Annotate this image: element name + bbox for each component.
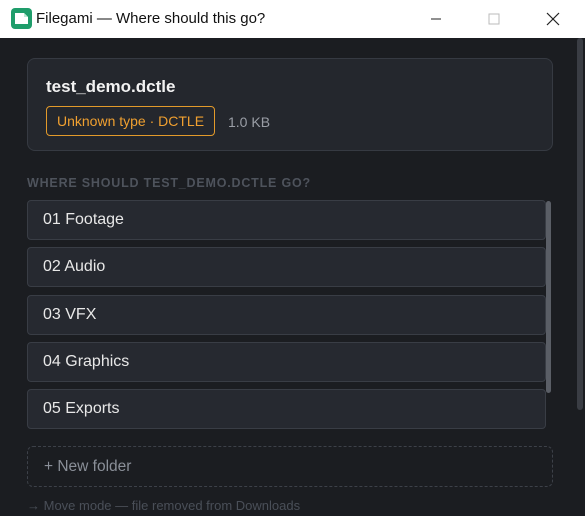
maximize-button[interactable]: [471, 0, 517, 38]
folder-list-scrollbar[interactable]: [546, 201, 551, 393]
folder-item-footage[interactable]: 01 Footage: [27, 200, 546, 240]
section-label: WHERE SHOULD TEST_DEMO.DCTLE GO?: [27, 176, 311, 190]
window-title: Filegami — Where should this go?: [36, 10, 266, 27]
new-folder-button[interactable]: + New folder: [27, 446, 553, 487]
filegami-logo-icon: [11, 8, 32, 29]
folder-item-graphics[interactable]: 04 Graphics: [27, 342, 546, 382]
folder-item-exports[interactable]: 05 Exports: [27, 389, 546, 429]
minimize-button[interactable]: [413, 0, 459, 38]
maximize-icon: [488, 13, 500, 25]
close-icon: [546, 12, 560, 26]
file-name: test_demo.dctle: [46, 77, 176, 96]
window-scrollbar[interactable]: [577, 38, 583, 410]
folder-item-audio[interactable]: 02 Audio: [27, 247, 546, 287]
close-button[interactable]: [530, 0, 576, 38]
main-content: test_demo.dctle Unknown type · DCTLE 1.0…: [0, 38, 585, 516]
minimize-icon: [431, 18, 441, 20]
move-mode-note: → Move mode — file removed from Download…: [27, 498, 301, 513]
folder-item-vfx[interactable]: 03 VFX: [27, 295, 546, 335]
file-type-badge: Unknown type · DCTLE: [46, 106, 216, 136]
file-info-card: test_demo.dctle Unknown type · DCTLE 1.0…: [27, 58, 553, 151]
title-bar: Filegami — Where should this go?: [0, 0, 585, 38]
file-size: 1.0 KB: [228, 114, 271, 130]
